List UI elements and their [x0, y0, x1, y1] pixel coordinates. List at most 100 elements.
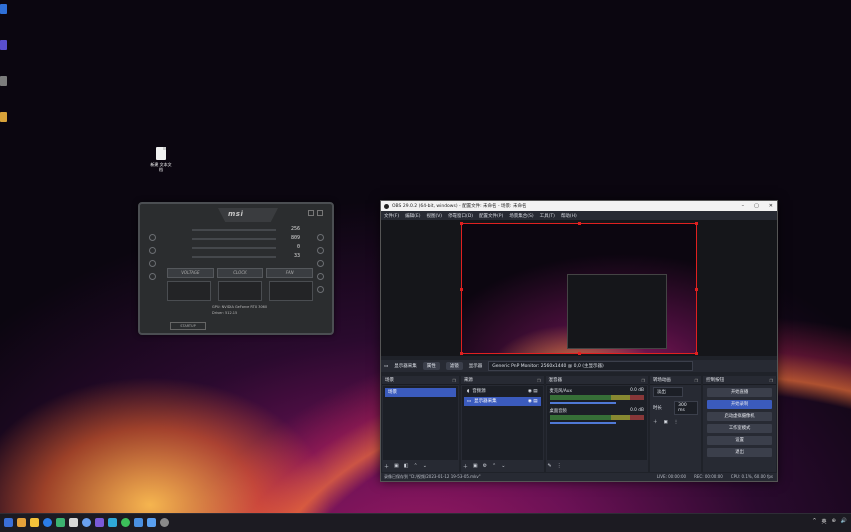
- more-menu-icon[interactable]: ⋮: [674, 420, 679, 425]
- desktop-text-file[interactable]: 新建 文本文档: [150, 147, 172, 172]
- tab-clock[interactable]: CLOCK: [216, 268, 264, 278]
- info-icon[interactable]: [148, 247, 156, 254]
- close-button[interactable]: ✕: [769, 201, 773, 211]
- settings-button[interactable]: 设置: [707, 436, 773, 445]
- tray-expand-icon[interactable]: ^: [812, 518, 816, 525]
- source-item[interactable]: ◖ 音频源 ◉ ▤: [464, 387, 541, 396]
- msi-tabs: VOLTAGE CLOCK FAN: [167, 268, 314, 278]
- resize-handle[interactable]: [460, 288, 463, 291]
- obs-preview[interactable]: [381, 220, 777, 356]
- gear-icon[interactable]: ⚙: [483, 463, 487, 469]
- wrench-icon[interactable]: ✎: [548, 463, 552, 469]
- start-streaming-button[interactable]: 开始直播: [707, 388, 773, 397]
- taskbar-app-icon[interactable]: [17, 518, 26, 527]
- profile-1-icon[interactable]: [316, 247, 324, 254]
- minimize-button[interactable]: –: [742, 201, 745, 211]
- resize-handle[interactable]: [695, 222, 698, 225]
- studio-mode-button[interactable]: 工作室模式: [707, 424, 773, 433]
- desktop-app-icon[interactable]: [0, 76, 7, 86]
- menu-tools[interactable]: 工具(T): [540, 213, 555, 219]
- startup-button[interactable]: STARTUP: [170, 322, 206, 330]
- obs-statusbar: 录像已保存到 "D:/视频/2023-01-12 19-53-05.mkv" L…: [381, 473, 777, 481]
- profile-2-icon[interactable]: [316, 260, 324, 267]
- exit-button[interactable]: 退出: [707, 448, 773, 457]
- resize-handle[interactable]: [695, 352, 698, 355]
- filter-icon[interactable]: ◧: [404, 463, 409, 469]
- menu-docks[interactable]: 停靠窗口(D): [448, 213, 473, 219]
- volume-icon[interactable]: 🔊: [841, 518, 847, 525]
- scene-item[interactable]: 场景: [385, 388, 456, 397]
- properties-button[interactable]: 属性: [422, 362, 440, 370]
- text-file-icon: [156, 147, 166, 160]
- obs-taskbar-icon[interactable]: [160, 518, 169, 527]
- stat-value: 33: [293, 253, 300, 259]
- resize-handle[interactable]: [578, 352, 581, 355]
- menu-help[interactable]: 帮助(H): [561, 213, 577, 219]
- profile-3-icon[interactable]: [316, 273, 324, 280]
- visibility-lock-icons[interactable]: ◉ ▤: [528, 387, 538, 396]
- duration-input[interactable]: 300 ms: [674, 401, 699, 415]
- menu-view[interactable]: 视图(V): [426, 213, 442, 219]
- msi-bottom-bar: STARTUP: [170, 322, 310, 331]
- start-icon[interactable]: [4, 518, 13, 527]
- move-up-icon[interactable]: ⌃: [492, 463, 496, 469]
- remove-icon[interactable]: ▣: [663, 420, 667, 425]
- input-method-indicator[interactable]: 英: [822, 518, 827, 525]
- close-button[interactable]: [317, 210, 323, 216]
- source-item[interactable]: ▭ 显示器采集 ◉ ▤: [463, 397, 541, 406]
- msi-afterburner-window[interactable]: msi 256 809 0 33 VOLTAGE CLOCK FAN GPU: …: [138, 202, 334, 335]
- display-select[interactable]: Generic PnP Monitor: 2560x1440 @ 0,0 (主显…: [488, 361, 694, 371]
- remove-icon[interactable]: ▣: [394, 463, 399, 469]
- filters-button[interactable]: 滤镜: [445, 362, 463, 370]
- remove-icon[interactable]: ▣: [473, 463, 478, 469]
- maximize-button[interactable]: ▢: [754, 201, 759, 211]
- tab-voltage[interactable]: VOLTAGE: [167, 268, 214, 278]
- menu-file[interactable]: 文件(F): [384, 213, 399, 219]
- tab-fan[interactable]: FAN: [266, 268, 314, 278]
- lock-icon[interactable]: [316, 234, 324, 241]
- taskbar-app-icon[interactable]: [56, 518, 65, 527]
- transition-type-row: 淡出: [650, 385, 701, 399]
- wechat-icon[interactable]: [121, 518, 130, 527]
- add-icon[interactable]: ＋: [384, 463, 389, 470]
- edge-icon[interactable]: [43, 518, 52, 527]
- taskbar-app-icon[interactable]: [147, 518, 156, 527]
- resize-handle[interactable]: [578, 222, 581, 225]
- taskbar-app-icon[interactable]: [82, 518, 91, 527]
- desktop-app-icon[interactable]: [0, 40, 7, 50]
- resize-handle[interactable]: [695, 288, 698, 291]
- obs-titlebar: OBS 29.0.2 (64-bit, windows) - 配置文件: 未命名…: [381, 201, 777, 211]
- menu-scene-collection[interactable]: 场景集合(S): [509, 213, 533, 219]
- oc-scanner-icon[interactable]: [148, 273, 156, 280]
- taskbar-app-icon[interactable]: [108, 518, 117, 527]
- start-virtual-camera-button[interactable]: 启动虚拟摄像机: [707, 412, 773, 421]
- taskbar-app-icon[interactable]: [69, 518, 78, 527]
- profile-4-icon[interactable]: [316, 286, 324, 293]
- desktop-app-icon[interactable]: [0, 112, 7, 122]
- start-recording-button[interactable]: 开始录制: [707, 400, 773, 409]
- monitor-icon[interactable]: [148, 260, 156, 267]
- desktop-app-icon[interactable]: [0, 4, 7, 14]
- menu-profile[interactable]: 配置文件(P): [479, 213, 503, 219]
- move-up-icon[interactable]: ⌃: [413, 463, 417, 469]
- taskbar-app-icon[interactable]: [134, 518, 143, 527]
- add-icon[interactable]: ＋: [463, 463, 468, 470]
- menu-edit[interactable]: 编辑(E): [405, 213, 420, 219]
- volume-slider[interactable]: [549, 402, 616, 404]
- move-down-icon[interactable]: ⌄: [423, 463, 427, 469]
- k-boost-icon[interactable]: [148, 234, 156, 241]
- move-down-icon[interactable]: ⌄: [501, 463, 505, 469]
- transition-type-select[interactable]: 淡出: [652, 387, 683, 397]
- network-icon[interactable]: ⊕: [832, 518, 836, 525]
- obs-window[interactable]: OBS 29.0.2 (64-bit, windows) - 配置文件: 未命名…: [380, 200, 778, 482]
- resize-handle[interactable]: [460, 352, 463, 355]
- minimize-button[interactable]: [308, 210, 314, 216]
- file-explorer-icon[interactable]: [30, 518, 39, 527]
- more-menu-icon[interactable]: ⋮: [557, 463, 562, 469]
- resize-handle[interactable]: [460, 222, 463, 225]
- add-icon[interactable]: ＋: [653, 419, 658, 425]
- taskbar-app-icon[interactable]: [95, 518, 104, 527]
- volume-slider[interactable]: [549, 422, 616, 424]
- preview-canvas[interactable]: [460, 222, 698, 355]
- visibility-lock-icons[interactable]: ◉ ▤: [528, 397, 538, 406]
